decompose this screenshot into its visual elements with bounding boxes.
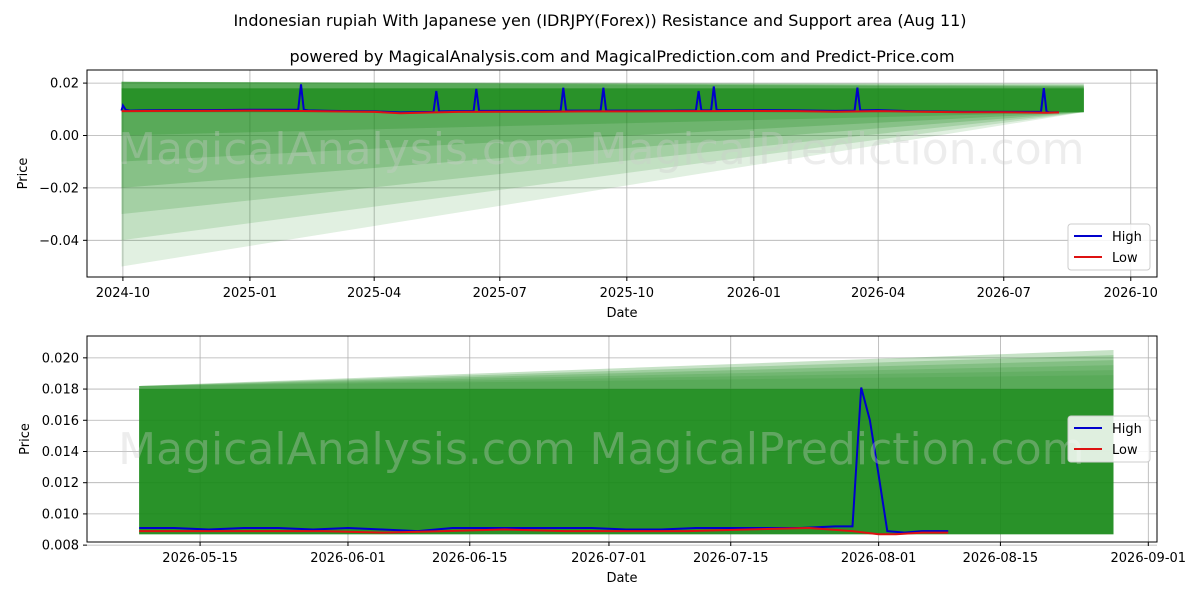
x-axis-label: Date <box>606 306 637 321</box>
x-tick-label: 2024-10 <box>96 286 150 301</box>
x-tick-label: 2026-04 <box>851 286 905 301</box>
x-tick-label: 2026-07 <box>977 286 1031 301</box>
x-tick-label: 2026-07-01 <box>571 551 647 566</box>
y-tick-label: 0.00 <box>50 129 79 144</box>
watermark-text: MagicalPrediction.com <box>590 124 1085 175</box>
y-tick-label: 0.008 <box>42 539 79 554</box>
x-tick-label: 2026-08-15 <box>963 551 1039 566</box>
y-axis-label: Price <box>18 423 33 455</box>
chart-title: Indonesian rupiah With Japanese yen (IDR… <box>233 11 966 30</box>
top-panel: MagicalAnalysis.com MagicalPrediction.com… <box>16 69 1158 321</box>
x-tick-label: 2026-07-15 <box>693 551 769 566</box>
x-tick-label: 2025-10 <box>600 286 654 301</box>
y-tick-label: 0.012 <box>42 476 79 491</box>
watermark-text: MagicalAnalysis.com <box>118 124 576 175</box>
legend-label-low: Low <box>1112 251 1138 266</box>
chart-canvas: Indonesian rupiah With Japanese yen (IDR… <box>16 11 1187 586</box>
y-tick-label: 0.014 <box>42 445 79 460</box>
x-axis-label: Date <box>606 571 637 586</box>
x-tick-label: 2026-06-01 <box>310 551 386 566</box>
y-tick-label: −0.04 <box>39 234 79 249</box>
x-tick-label: 2026-10 <box>1104 286 1158 301</box>
x-tick-label: 2025-04 <box>347 286 401 301</box>
y-tick-label: 0.018 <box>42 383 79 398</box>
x-tick-label: 2026-08-01 <box>841 551 917 566</box>
y-axis-label: Price <box>16 158 31 190</box>
y-tick-label: 0.010 <box>42 507 79 522</box>
legend: High Low <box>1067 223 1151 271</box>
x-tick-label: 2025-01 <box>223 286 277 301</box>
x-tick-label: 2026-05-15 <box>162 551 238 566</box>
y-tick-label: 0.02 <box>50 77 79 92</box>
x-tick-label: 2026-06-15 <box>432 551 508 566</box>
y-tick-label: 0.016 <box>42 414 79 429</box>
y-tick-label: 0.020 <box>42 351 79 366</box>
x-tick-label: 2025-07 <box>473 286 527 301</box>
watermark-text: MagicalPrediction.com <box>590 424 1085 475</box>
chart-subtitle: powered by MagicalAnalysis.com and Magic… <box>289 47 954 66</box>
y-tick-label: −0.02 <box>39 181 79 196</box>
bottom-panel: MagicalAnalysis.com MagicalPrediction.com… <box>18 335 1187 586</box>
x-tick-label: 2026-01 <box>727 286 781 301</box>
legend-label-high: High <box>1112 422 1142 437</box>
legend-label-high: High <box>1112 230 1142 245</box>
legend-label-low: Low <box>1112 443 1138 458</box>
legend: High Low <box>1067 415 1151 463</box>
chart-figure: Indonesian rupiah With Japanese yen (IDR… <box>0 0 1200 600</box>
x-tick-label: 2026-09-01 <box>1111 551 1187 566</box>
watermark-text: MagicalAnalysis.com <box>118 424 576 475</box>
